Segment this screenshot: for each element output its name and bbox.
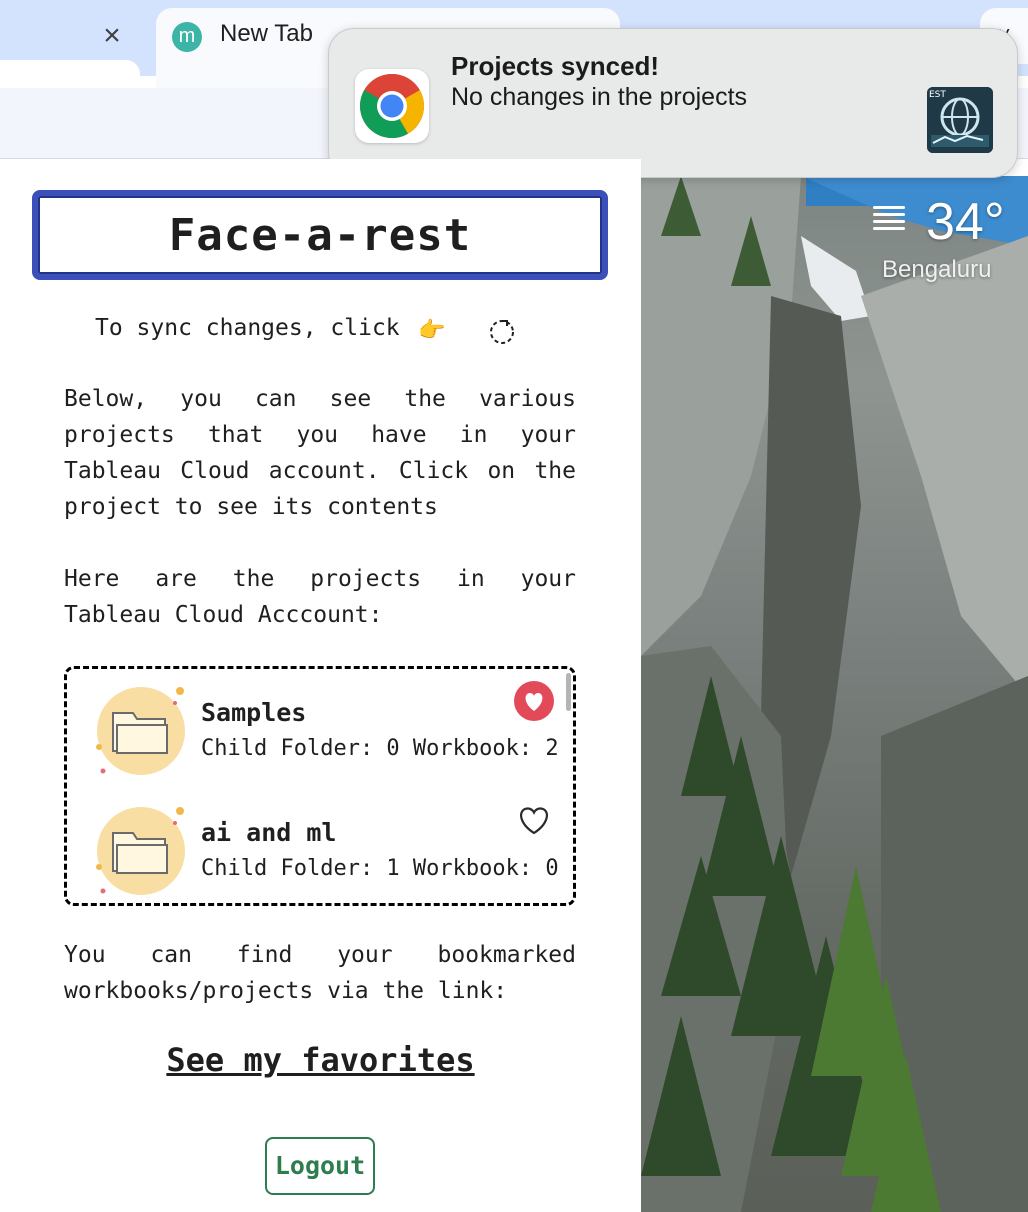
weather-haze-icon bbox=[873, 206, 905, 234]
sync-notification[interactable]: Projects synced! No changes in the proje… bbox=[328, 28, 1018, 178]
weather-city: Bengaluru bbox=[882, 256, 992, 283]
project-item-samples[interactable]: Samples Child Folder: 0 Workbook: 2 bbox=[67, 669, 573, 789]
see-favorites-link[interactable]: See my favorites bbox=[0, 1041, 641, 1079]
svg-text:EST: EST bbox=[929, 90, 946, 100]
folder-icon bbox=[95, 685, 187, 777]
folder-icon bbox=[95, 805, 187, 897]
previous-tab-edge bbox=[0, 60, 140, 76]
projects-list: Samples Child Folder: 0 Workbook: 2 ai a… bbox=[64, 666, 576, 906]
project-name: ai and ml bbox=[201, 818, 337, 847]
intro-paragraph: Below, you can see the various projects … bbox=[64, 386, 576, 520]
extension-logo-icon: EST bbox=[927, 87, 993, 153]
tab-title: New Tab bbox=[220, 20, 313, 47]
notification-title: Projects synced! bbox=[451, 51, 660, 81]
sync-instruction: To sync changes, click bbox=[95, 315, 400, 341]
pointing-hand-icon: 👉 bbox=[418, 317, 446, 342]
tab-favicon-icon: m bbox=[172, 22, 202, 52]
chrome-logo-icon bbox=[355, 69, 429, 143]
bookmark-paragraph: You can find your bookmarked workbooks/p… bbox=[64, 942, 576, 1004]
heart-outline-icon[interactable] bbox=[513, 800, 555, 842]
project-meta: Child Folder: 0 Workbook: 2 bbox=[201, 736, 559, 761]
app-title: Face-a-rest bbox=[168, 210, 472, 261]
heart-filled-icon[interactable] bbox=[513, 680, 555, 722]
background-photo: 34° Bengaluru bbox=[641, 176, 1028, 1212]
title-banner: Face-a-rest bbox=[32, 190, 608, 280]
projects-heading: Here are the projects in your Tableau Cl… bbox=[64, 566, 576, 628]
logout-button[interactable]: Logout bbox=[265, 1137, 375, 1195]
mountain-landscape-image bbox=[641, 176, 1028, 1212]
project-meta: Child Folder: 1 Workbook: 0 bbox=[201, 856, 559, 881]
notification-body: No changes in the projects bbox=[451, 83, 748, 111]
close-icon[interactable]: × bbox=[98, 20, 126, 52]
project-item-ai-and-ml[interactable]: ai and ml Child Folder: 1 Workbook: 0 bbox=[67, 789, 573, 903]
extension-panel: Face-a-rest To sync changes, click 👉 Bel… bbox=[0, 159, 641, 1212]
weather-temperature: 34° bbox=[926, 193, 1005, 251]
sync-refresh-icon[interactable] bbox=[488, 317, 516, 345]
project-name: Samples bbox=[201, 698, 307, 727]
